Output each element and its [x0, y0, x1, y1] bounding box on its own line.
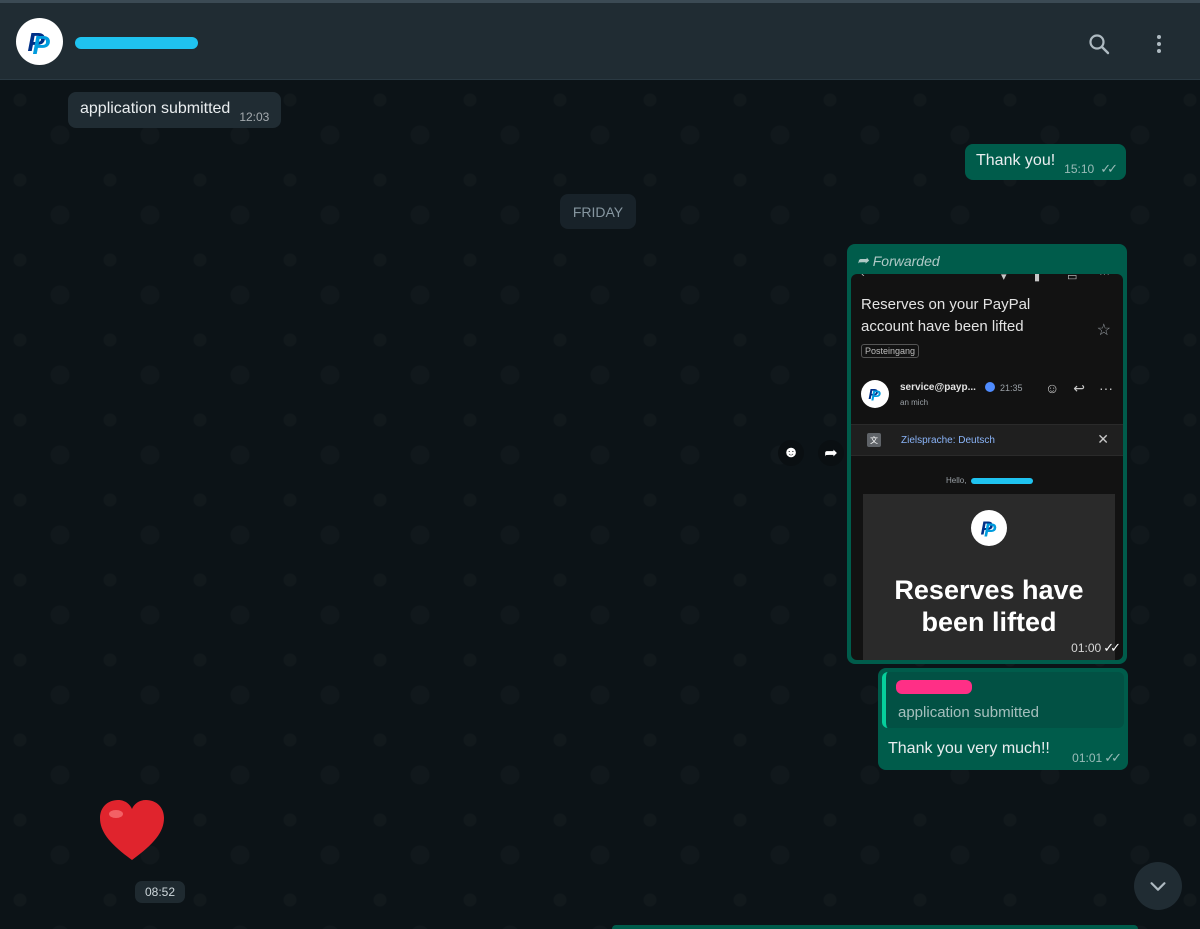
chat-area[interactable]: application submitted 12:03 Thank you! 1… — [0, 80, 1200, 929]
message-text: application submitted — [80, 100, 231, 117]
quoted-author-redacted — [896, 680, 972, 694]
sender-address: service@payp... — [900, 382, 976, 393]
translate-target: Zielsprache: Deutsch — [901, 435, 995, 446]
partial-outgoing-message — [612, 925, 1138, 929]
chat-header: PP — [0, 0, 1200, 80]
message-text: Thank you very much!! — [888, 740, 1050, 757]
recipient: an mich — [900, 398, 929, 407]
incoming-message[interactable]: application submitted 12:03 — [68, 92, 282, 128]
whatsapp-window: PP application submitted 12:03 Thank you… — [0, 0, 1200, 929]
date-divider: FRIDAY — [560, 194, 636, 229]
message-text: Thank you! — [976, 152, 1056, 169]
emoji-icon: ☺ — [1044, 380, 1060, 396]
outgoing-message[interactable]: Thank you! 15:10 ✓✓ — [965, 144, 1126, 180]
forwarded-arrow-icon: ➦ — [857, 252, 869, 268]
double-check-icon: ✓✓ — [1100, 161, 1118, 176]
trash-icon: ▮ — [1034, 274, 1041, 283]
double-check-icon: ✓✓ — [1103, 640, 1121, 655]
message-time: 08:52 — [135, 881, 185, 903]
translate-bar: 文 Zielsprache: Deutsch ✕ — [851, 424, 1123, 456]
email-subject: Reserves on your PayPal account have bee… — [861, 296, 1031, 335]
search-icon[interactable] — [1086, 31, 1112, 57]
verified-badge-icon — [985, 382, 995, 392]
quoted-message[interactable]: application submitted — [882, 672, 1124, 728]
close-icon: ✕ — [1097, 431, 1109, 447]
forwarded-message[interactable]: ➦ Forwarded ‹ ▾ ▮ ▭ ··· Reserves on your… — [847, 244, 1127, 664]
back-arrow-icon: ‹ — [861, 274, 865, 280]
forward-icon[interactable]: ➦ — [818, 440, 844, 466]
kebab-menu-icon[interactable] — [1146, 31, 1172, 57]
paypal-logo-icon: PP — [27, 26, 50, 60]
hero-title: Reserves have been lifted — [894, 575, 1084, 637]
star-icon: ☆ — [1096, 322, 1111, 339]
more-icon: ··· — [1099, 274, 1110, 280]
folder-tag: Posteingang — [861, 344, 920, 358]
translate-icon: 文 — [867, 433, 881, 447]
sent-time: 21:35 — [1000, 383, 1023, 393]
email-toolbar: ‹ ▾ ▮ ▭ ··· — [851, 274, 1123, 288]
message-time: 12:03 — [239, 110, 270, 124]
reply-icon: ↩ — [1073, 380, 1085, 396]
recipient-name-redacted — [971, 478, 1033, 484]
outgoing-reply-message[interactable]: application submitted Thank you very muc… — [878, 668, 1128, 770]
paypal-logo-icon: PP — [868, 385, 881, 404]
paypal-logo-icon: PP — [971, 510, 1007, 546]
emoji-reaction-icon[interactable]: ☻ — [778, 440, 804, 466]
sender-avatar: PP — [861, 380, 889, 408]
message-time: 15:10 — [1064, 162, 1095, 176]
double-check-icon: ✓✓ — [1104, 750, 1122, 765]
message-quick-actions: ☻ ➦ — [778, 440, 844, 466]
chevron-down-icon — [1150, 882, 1166, 891]
heart-emoji[interactable] — [96, 796, 168, 868]
scroll-down-button[interactable] — [1134, 862, 1182, 910]
message-time: 01:00 — [1071, 641, 1102, 655]
quoted-text: application submitted — [898, 704, 1039, 721]
email-sender-row: PP service@payp... 21:35 an mich ☺ ↩ ··· — [861, 378, 1113, 412]
more-icon: ··· — [1099, 380, 1113, 396]
mail-icon: ▭ — [1067, 274, 1078, 283]
contact-name-redacted[interactable] — [75, 37, 198, 49]
contact-avatar[interactable]: PP — [16, 18, 63, 65]
message-time: 01:01 — [1072, 751, 1103, 765]
forwarded-label: ➦ Forwarded — [857, 252, 940, 269]
greeting: Hello, — [946, 476, 967, 485]
email-screenshot-image[interactable]: ‹ ▾ ▮ ▭ ··· Reserves on your PayPal acco… — [851, 274, 1123, 660]
archive-icon: ▾ — [1001, 274, 1007, 283]
email-hero-banner: PP Reserves have been lifted — [863, 494, 1115, 660]
